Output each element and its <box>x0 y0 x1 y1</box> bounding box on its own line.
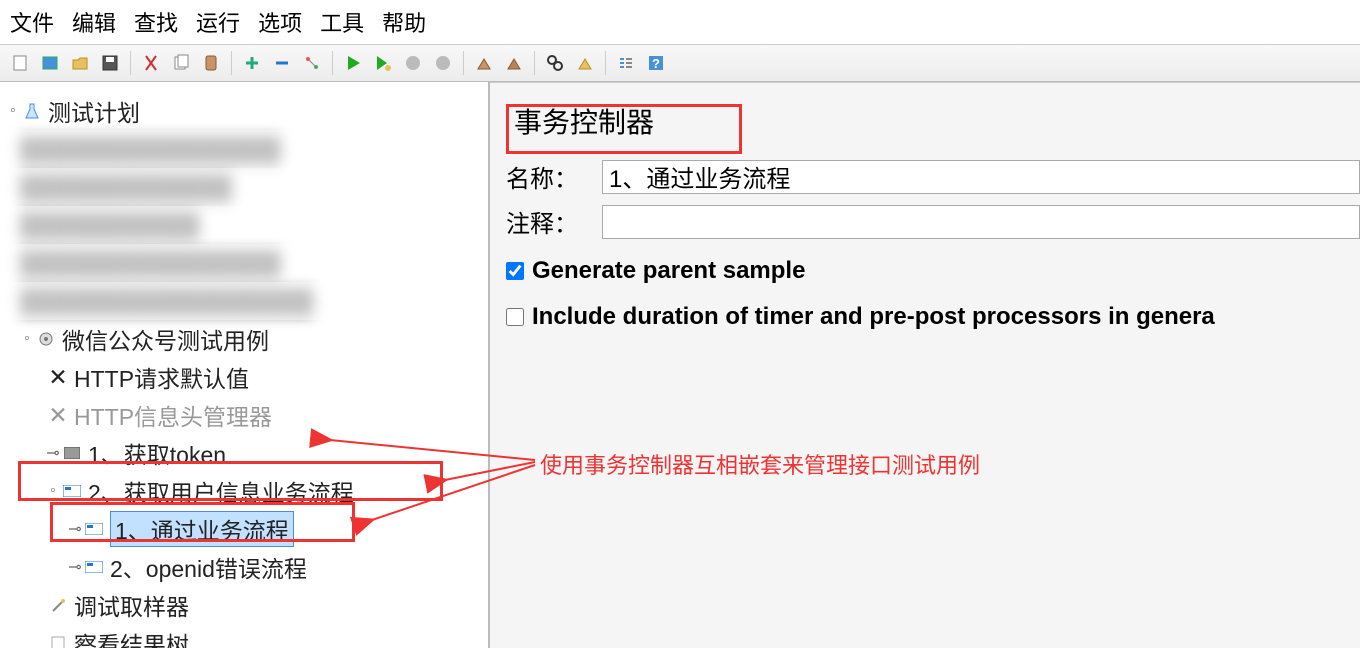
tree-item[interactable]: ✕ HTTP请求默认值 <box>6 358 488 396</box>
sampler-icon <box>48 597 68 613</box>
tree-panel: ◦ 测试计划 ████████████████ █████████████ ██… <box>0 82 490 648</box>
stop-button[interactable] <box>399 49 427 77</box>
tree-item[interactable]: ⊸ 2、openid错误流程 <box>6 548 488 586</box>
transaction-icon <box>62 485 82 497</box>
help-button[interactable]: ? <box>642 49 670 77</box>
save-button[interactable] <box>96 49 124 77</box>
clear-button[interactable] <box>470 49 498 77</box>
menu-bar: 文件 编辑 查找 运行 选项 工具 帮助 <box>0 0 1360 44</box>
toolbar: ? <box>0 44 1360 82</box>
generate-parent-checkbox[interactable] <box>506 262 524 280</box>
tree-item[interactable]: ⊸ 1、获取token <box>6 434 488 472</box>
start-no-pause-button[interactable] <box>369 49 397 77</box>
tree-item[interactable]: ◦ 2、获取用户信息业务流程 <box>6 472 488 510</box>
results-icon <box>48 635 68 648</box>
name-label: 名称： <box>506 159 602 194</box>
comment-label: 注释： <box>506 204 602 239</box>
open-button[interactable] <box>66 49 94 77</box>
clear-all-button[interactable] <box>500 49 528 77</box>
name-input[interactable] <box>602 160 1360 194</box>
tree-hidden: ██████████████████ <box>6 282 488 320</box>
start-button[interactable] <box>339 49 367 77</box>
menu-edit[interactable]: 编辑 <box>72 6 116 38</box>
gear-icon <box>36 331 56 347</box>
transaction-icon <box>84 523 104 535</box>
menu-tools[interactable]: 工具 <box>320 6 364 38</box>
controller-icon <box>62 447 82 459</box>
menu-search[interactable]: 查找 <box>134 6 178 38</box>
reset-search-button[interactable] <box>571 49 599 77</box>
tree-item[interactable]: 察看结果树 <box>6 624 488 648</box>
tree-hidden: ████████████████ <box>6 130 488 168</box>
wrench-icon: ✕ <box>48 364 68 391</box>
new-button[interactable] <box>6 49 34 77</box>
tree-item[interactable]: 调试取样器 <box>6 586 488 624</box>
include-duration-label: Include duration of timer and pre-post p… <box>532 303 1215 331</box>
flask-icon <box>22 102 42 120</box>
copy-button[interactable] <box>167 49 195 77</box>
wrench-icon: ✕ <box>48 402 68 429</box>
content-panel: 事务控制器 名称： 注释： Generate parent sample Inc… <box>490 82 1360 648</box>
tree-hidden: █████████████ <box>6 168 488 206</box>
menu-options[interactable]: 选项 <box>258 6 302 38</box>
tree-hidden: ███████████ <box>6 206 488 244</box>
expand-button[interactable] <box>238 49 266 77</box>
cut-button[interactable] <box>137 49 165 77</box>
tree-root[interactable]: ◦ 测试计划 <box>6 92 488 130</box>
generate-parent-label: Generate parent sample <box>532 257 805 285</box>
tree-thread-group[interactable]: ◦ 微信公众号测试用例 <box>6 320 488 358</box>
comment-input[interactable] <box>602 205 1360 239</box>
svg-text:?: ? <box>652 56 660 71</box>
search-button[interactable] <box>541 49 569 77</box>
templates-button[interactable] <box>36 49 64 77</box>
collapse-button[interactable] <box>268 49 296 77</box>
menu-run[interactable]: 运行 <box>196 6 240 38</box>
function-helper-button[interactable] <box>612 49 640 77</box>
menu-file[interactable]: 文件 <box>10 6 54 38</box>
main-area: ◦ 测试计划 ████████████████ █████████████ ██… <box>0 82 1360 648</box>
panel-title: 事务控制器 <box>502 97 666 149</box>
shutdown-button[interactable] <box>429 49 457 77</box>
menu-help[interactable]: 帮助 <box>382 6 426 38</box>
include-duration-checkbox[interactable] <box>506 308 524 326</box>
tree-item[interactable]: ✕ HTTP信息头管理器 <box>6 396 488 434</box>
toggle-button[interactable] <box>298 49 326 77</box>
tree-hidden: ████████████████ <box>6 244 488 282</box>
transaction-icon <box>84 561 104 573</box>
paste-button[interactable] <box>197 49 225 77</box>
tree-item-selected[interactable]: ⊸ 1、通过业务流程 <box>6 510 488 548</box>
